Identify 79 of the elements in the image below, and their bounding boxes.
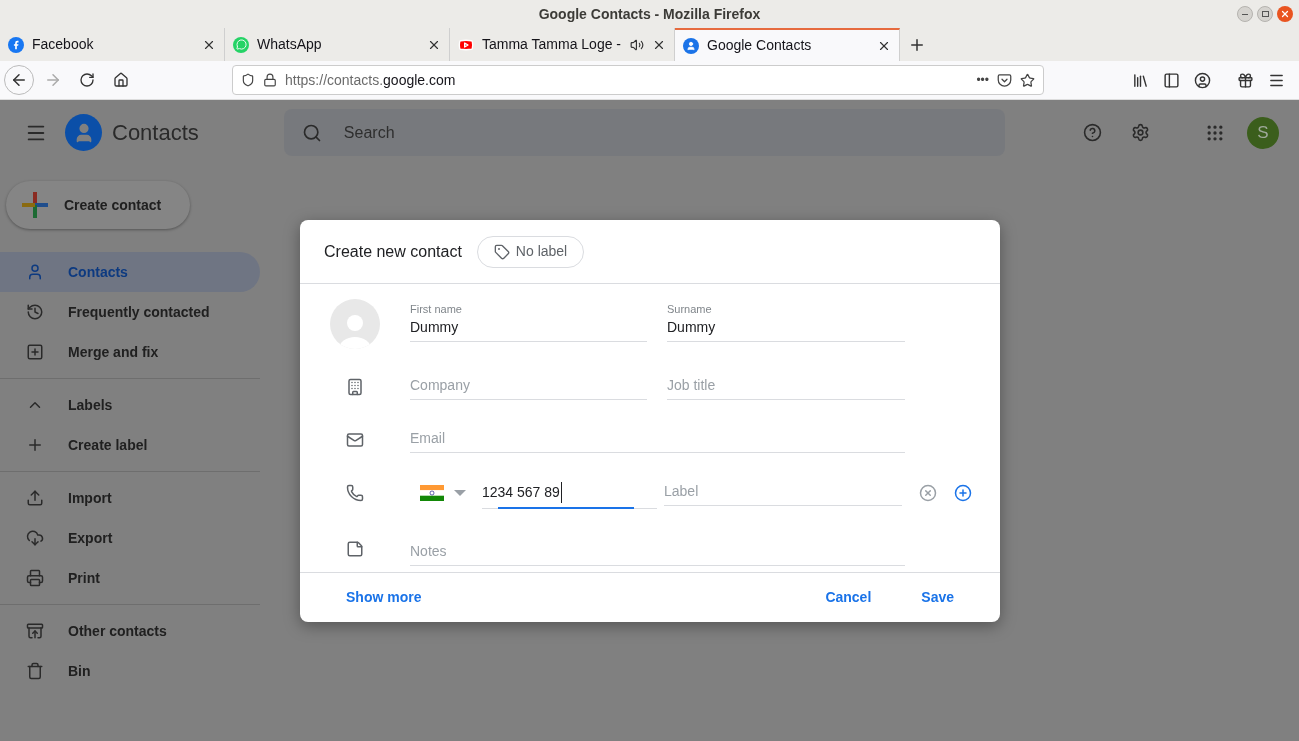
show-more-link[interactable]: Show more — [338, 587, 430, 608]
tab-title: Google Contacts — [707, 36, 813, 55]
home-icon — [113, 72, 129, 88]
building-icon — [346, 378, 364, 396]
window-title: Google Contacts - Mozilla Firefox — [538, 4, 761, 24]
speaker-icon[interactable] — [630, 37, 644, 52]
upload-icon — [26, 489, 44, 507]
tab-title: WhatsApp — [257, 35, 323, 54]
more-button[interactable]: ••• — [976, 71, 989, 89]
sidebar-item[interactable]: Merge and fix — [0, 332, 260, 372]
search-icon — [301, 122, 322, 143]
notes-field[interactable]: Notes — [410, 540, 905, 566]
account-icon[interactable] — [1194, 71, 1211, 89]
sidebar-item[interactable]: Import — [0, 478, 260, 518]
close-button[interactable] — [1277, 6, 1293, 22]
flag-icon — [420, 485, 444, 501]
label-icon — [493, 243, 510, 260]
library-icon[interactable] — [1132, 71, 1149, 89]
tab-title: Tamma Tamma Loge - — [482, 35, 622, 54]
first-name-field[interactable]: First name Dummy — [410, 301, 647, 342]
surname-field[interactable]: Surname Dummy — [667, 301, 905, 342]
remove-icon[interactable] — [919, 484, 937, 502]
chat-bubble-icon — [233, 36, 249, 53]
note-icon — [346, 540, 364, 558]
minimize-button[interactable] — [1237, 6, 1253, 22]
phone-field[interactable]: 1234 567 89 — [482, 477, 657, 509]
sidebar-item[interactable]: Bin — [0, 651, 260, 691]
cloud-download-icon — [26, 529, 44, 547]
tab-title: Facebook — [32, 35, 95, 54]
sidebar-item[interactable]: Export — [0, 518, 260, 558]
address-field[interactable]: https://contacts.google.com ••• — [232, 65, 1044, 95]
app-title: Contacts — [112, 119, 199, 147]
maximize-button[interactable] — [1257, 6, 1273, 22]
facebook-icon — [8, 36, 24, 53]
help-icon[interactable] — [1082, 123, 1102, 142]
gift-icon[interactable] — [1237, 71, 1254, 89]
sidebar-item[interactable]: Create label — [0, 425, 260, 465]
search-field[interactable]: Search — [283, 109, 1005, 156]
country-select[interactable] — [420, 485, 466, 501]
sidebar-item[interactable]: Frequently contacted — [0, 292, 260, 332]
phone-label-field[interactable]: Label — [664, 480, 902, 506]
star-icon[interactable] — [1020, 72, 1035, 88]
plus-icon — [26, 436, 44, 454]
avatar[interactable]: S — [1246, 116, 1279, 149]
cancel-button[interactable]: Cancel — [817, 587, 880, 608]
printer-icon — [26, 569, 44, 587]
url-text: https://contacts.google.com — [285, 70, 457, 90]
sidebar-icon[interactable] — [1163, 71, 1180, 89]
job-title-field[interactable]: Job title — [667, 374, 905, 400]
plus-icon — [22, 192, 48, 218]
shield-icon[interactable] — [241, 73, 255, 87]
forward-arrow-icon — [44, 71, 62, 89]
close-icon — [1280, 9, 1290, 19]
caret-icon — [454, 490, 466, 496]
email-icon — [346, 431, 364, 449]
field-label: First name — [410, 302, 463, 317]
archive-box-icon — [26, 622, 44, 640]
email-field[interactable]: Email — [410, 427, 905, 453]
company-field[interactable]: Company — [410, 374, 647, 400]
sidebar-item[interactable]: Print — [0, 558, 260, 598]
browser-tab[interactable]: Google Contacts — [675, 28, 900, 61]
phone-icon — [346, 484, 364, 502]
sidebar-item[interactable]: Contacts — [0, 252, 260, 292]
add-icon[interactable] — [954, 484, 972, 502]
person-icon — [683, 37, 699, 54]
lock-icon — [263, 73, 277, 87]
history-icon — [26, 303, 44, 321]
create-contact-button[interactable]: Create contact — [6, 181, 190, 229]
contacts-logo-icon — [65, 114, 102, 151]
save-button[interactable]: Save — [913, 587, 962, 608]
sidebar-item[interactable]: Labels — [0, 385, 260, 425]
sidebar-item[interactable]: Other contacts — [0, 611, 260, 651]
settings-icon[interactable] — [1130, 123, 1150, 142]
pocket-icon[interactable] — [997, 72, 1012, 88]
field-label: Surname — [667, 302, 713, 317]
reload-icon — [79, 72, 95, 88]
person-icon — [26, 263, 44, 281]
dialog-title: Create new contact — [324, 241, 462, 262]
trash-icon — [26, 662, 44, 680]
